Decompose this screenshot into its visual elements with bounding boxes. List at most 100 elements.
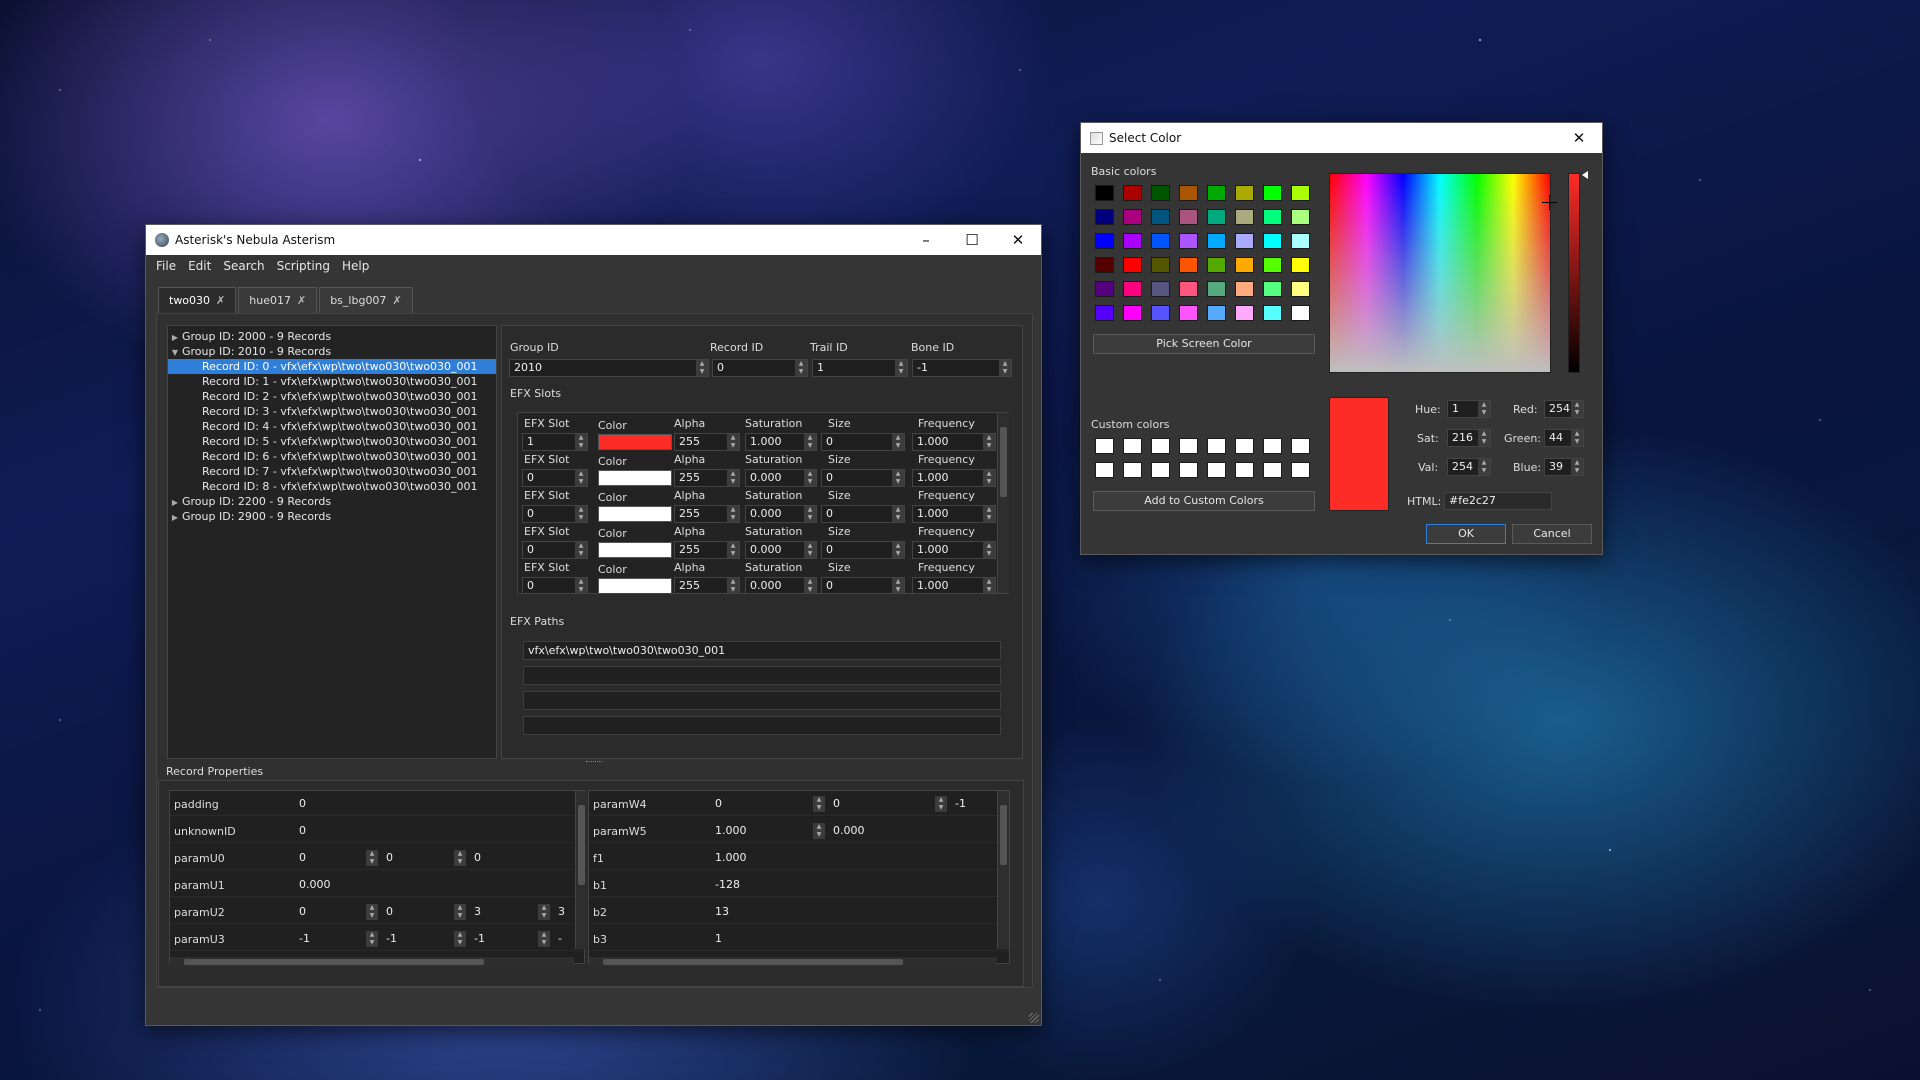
efx-slot-spinbox[interactable]: 0 ▲ ▼ [522, 505, 588, 523]
spin-arrows-icon[interactable]: ▲ ▼ [983, 470, 995, 486]
property-value-field[interactable]: 13 [711, 904, 825, 922]
basic-color-swatch[interactable] [1151, 209, 1170, 225]
property-value-field[interactable]: 1.000 ▲ ▼ [711, 823, 825, 841]
spin-arrows-icon[interactable]: ▲ ▼ [1478, 401, 1490, 417]
pick-screen-color-button[interactable]: Pick Screen Color [1093, 334, 1315, 354]
custom-color-swatch[interactable] [1151, 438, 1170, 454]
basic-color-swatch[interactable] [1263, 305, 1282, 321]
spin-arrows-icon[interactable]: ▲ ▼ [813, 823, 825, 839]
hue-saturation-field[interactable] [1329, 173, 1551, 373]
slot-color-swatch[interactable] [598, 578, 672, 593]
custom-color-swatch[interactable] [1095, 438, 1114, 454]
blue-spinbox[interactable]: 39 ▲ ▼ [1544, 458, 1584, 476]
basic-color-swatch[interactable] [1263, 209, 1282, 225]
spin-arrows-icon[interactable]: ▲ ▼ [727, 542, 739, 558]
property-value-field[interactable]: 0 ▲ ▼ [382, 850, 466, 868]
spin-arrows-icon[interactable]: ▲ ▼ [895, 360, 907, 376]
custom-color-swatch[interactable] [1123, 438, 1142, 454]
saturation-spinbox[interactable]: 0.000 ▲ ▼ [745, 541, 817, 559]
spin-arrows-icon[interactable]: ▲ ▼ [727, 470, 739, 486]
custom-color-swatch[interactable] [1263, 438, 1282, 454]
resize-grip-icon[interactable] [1029, 1013, 1039, 1023]
spin-arrows-icon[interactable]: ▲ ▼ [983, 578, 995, 593]
group-id-spinbox[interactable]: 2010 ▲ ▼ [509, 359, 709, 377]
basic-color-swatch[interactable] [1095, 281, 1114, 297]
efx-path-field[interactable] [523, 716, 1001, 735]
spin-arrows-icon[interactable]: ▲ ▼ [454, 850, 466, 866]
efx-slots-scrollbar[interactable] [997, 413, 1009, 593]
basic-color-swatch[interactable] [1151, 257, 1170, 273]
basic-color-swatch[interactable] [1235, 185, 1254, 201]
saturation-spinbox[interactable]: 0.000 ▲ ▼ [745, 505, 817, 523]
basic-color-swatch[interactable] [1151, 185, 1170, 201]
custom-color-swatch[interactable] [1207, 462, 1226, 478]
property-value-field[interactable]: 0 ▲ ▼ [382, 904, 466, 922]
basic-color-swatch[interactable] [1151, 281, 1170, 297]
tree-record-node[interactable]: Record ID: 4 - vfx\efx\wp\two\two030\two… [168, 419, 496, 434]
spin-arrows-icon[interactable]: ▲ ▼ [983, 434, 995, 450]
property-value-field[interactable]: -1 ▲ ▼ [470, 931, 550, 949]
spin-arrows-icon[interactable]: ▲ ▼ [813, 796, 825, 812]
scroll-thumb[interactable] [578, 805, 585, 885]
spin-arrows-icon[interactable]: ▲ ▼ [1571, 459, 1583, 475]
basic-color-swatch[interactable] [1207, 233, 1226, 249]
basic-color-swatch[interactable] [1095, 257, 1114, 273]
spin-arrows-icon[interactable]: ▲ ▼ [575, 506, 587, 522]
sat-spinbox[interactable]: 216 ▲ ▼ [1447, 429, 1491, 447]
hue-spinbox[interactable]: 1 ▲ ▼ [1447, 400, 1491, 418]
property-value-field[interactable]: 0 [295, 796, 378, 814]
spin-arrows-icon[interactable]: ▲ ▼ [892, 578, 904, 593]
basic-color-swatch[interactable] [1207, 305, 1226, 321]
tree-record-node[interactable]: Record ID: 0 - vfx\efx\wp\two\two030\two… [168, 359, 496, 374]
menu-edit[interactable]: Edit [182, 259, 217, 273]
efx-slot-spinbox[interactable]: 1 ▲ ▼ [522, 433, 588, 451]
add-custom-color-button[interactable]: Add to Custom Colors [1093, 491, 1315, 511]
alpha-spinbox[interactable]: 255 ▲ ▼ [674, 577, 740, 593]
property-value-field[interactable]: 0.000 [295, 877, 378, 895]
spin-arrows-icon[interactable]: ▲ ▼ [1571, 430, 1583, 446]
spin-arrows-icon[interactable]: ▲ ▼ [804, 470, 816, 486]
alpha-spinbox[interactable]: 255 ▲ ▼ [674, 469, 740, 487]
trail-id-spinbox[interactable]: 1 ▲ ▼ [812, 359, 908, 377]
menu-help[interactable]: Help [336, 259, 375, 273]
basic-color-swatch[interactable] [1207, 185, 1226, 201]
spin-arrows-icon[interactable]: ▲ ▼ [538, 904, 550, 920]
property-value-field[interactable]: 0.000 [829, 823, 947, 841]
scroll-thumb[interactable] [184, 959, 484, 965]
menu-scripting[interactable]: Scripting [271, 259, 336, 273]
custom-color-swatch[interactable] [1291, 462, 1310, 478]
efx-path-field[interactable] [523, 666, 1001, 685]
color-crosshair-icon[interactable] [1542, 195, 1557, 210]
frequency-spinbox[interactable]: 1.000 ▲ ▼ [912, 433, 996, 451]
menu-file[interactable]: File [150, 259, 182, 273]
spin-arrows-icon[interactable]: ▲ ▼ [366, 904, 378, 920]
frequency-spinbox[interactable]: 1.000 ▲ ▼ [912, 505, 996, 523]
saturation-spinbox[interactable]: 0.000 ▲ ▼ [745, 577, 817, 593]
spin-arrows-icon[interactable]: ▲ ▼ [804, 578, 816, 593]
basic-color-swatch[interactable] [1179, 305, 1198, 321]
alpha-spinbox[interactable]: 255 ▲ ▼ [674, 433, 740, 451]
spin-arrows-icon[interactable]: ▲ ▼ [575, 542, 587, 558]
spin-arrows-icon[interactable]: ▲ ▼ [999, 360, 1011, 376]
record-id-spinbox[interactable]: 0 ▲ ▼ [712, 359, 808, 377]
pin-icon[interactable]: ✗ [392, 294, 401, 307]
green-spinbox[interactable]: 44 ▲ ▼ [1544, 429, 1584, 447]
property-value-field[interactable]: 3 ▲ ▼ [470, 904, 550, 922]
spin-arrows-icon[interactable]: ▲ ▼ [892, 506, 904, 522]
spin-arrows-icon[interactable]: ▲ ▼ [983, 542, 995, 558]
val-spinbox[interactable]: 254 ▲ ▼ [1447, 458, 1491, 476]
tab-hue017[interactable]: hue017 ✗ [238, 287, 318, 313]
slot-color-swatch[interactable] [598, 542, 672, 558]
red-spinbox[interactable]: 254 ▲ ▼ [1544, 400, 1584, 418]
splitter-handle[interactable] [586, 761, 602, 764]
basic-color-swatch[interactable] [1179, 233, 1198, 249]
basic-color-swatch[interactable] [1179, 257, 1198, 273]
basic-color-swatch[interactable] [1207, 281, 1226, 297]
alpha-spinbox[interactable]: 255 ▲ ▼ [674, 505, 740, 523]
basic-color-swatch[interactable] [1179, 209, 1198, 225]
value-slider-arrow-icon[interactable] [1582, 171, 1588, 179]
custom-color-swatch[interactable] [1235, 438, 1254, 454]
slot-color-swatch[interactable] [598, 506, 672, 522]
frequency-spinbox[interactable]: 1.000 ▲ ▼ [912, 577, 996, 593]
basic-color-swatch[interactable] [1235, 209, 1254, 225]
